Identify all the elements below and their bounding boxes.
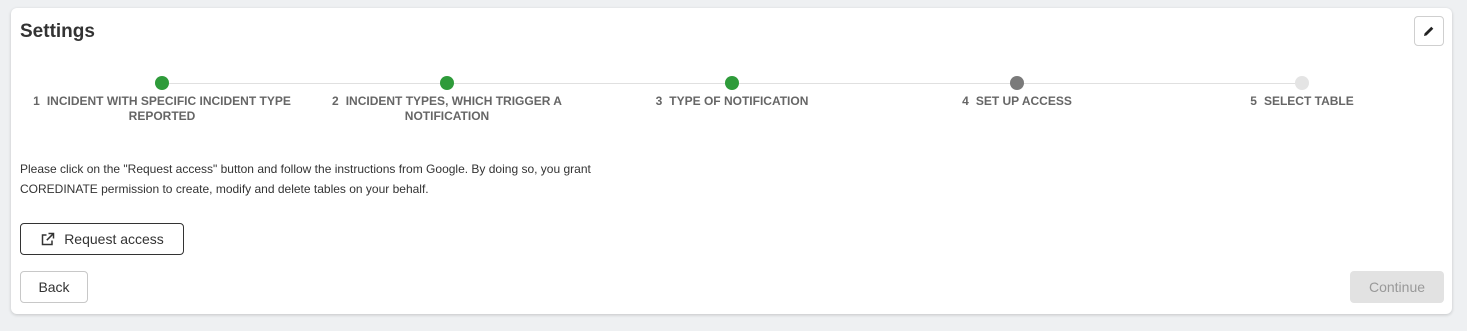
pencil-icon — [1423, 25, 1435, 37]
step-4-label: SET UP ACCESS — [975, 94, 1072, 108]
external-link-icon — [40, 232, 55, 247]
page-title: Settings — [20, 21, 95, 42]
step-5-label: SELECT TABLE — [1263, 94, 1354, 108]
step-4[interactable]: 4 SET UP ACCESS — [872, 76, 1162, 109]
step-2-indicator — [440, 76, 454, 90]
step-2-number: 2 — [332, 94, 339, 108]
back-label: Back — [38, 279, 70, 295]
instructions-line-2: COREDINATE permission to create, modify … — [20, 182, 429, 196]
step-3-label: TYPE OF NOTIFICATION — [669, 94, 809, 108]
step-2[interactable]: 2 INCIDENT TYPES, WHICH TRIGGER A NOTIFIC… — [302, 76, 592, 124]
request-access-button[interactable]: Request access — [20, 223, 184, 255]
instructions-line-1: Please click on the "Request access" but… — [20, 162, 591, 176]
step-3-number: 3 — [655, 94, 663, 108]
step-3[interactable]: 3 TYPE OF NOTIFICATION — [587, 76, 877, 109]
step-4-indicator — [1010, 76, 1024, 90]
step-5[interactable]: 5 SELECT TABLE — [1157, 76, 1447, 109]
step-2-label: INCIDENT TYPES, WHICH TRIGGER A NOTIFICA… — [345, 94, 562, 123]
step-1-number: 1 — [33, 94, 40, 108]
stepper: 1 INCIDENT WITH SPECIFIC INCIDENT TYPE RE… — [11, 74, 1452, 134]
settings-card: Settings 1 INCIDENT WITH SPECIFIC INCIDEN… — [11, 8, 1452, 314]
continue-button[interactable]: Continue — [1350, 271, 1444, 303]
step-4-number: 4 — [962, 94, 969, 108]
step-5-number: 5 — [1250, 94, 1257, 108]
instructions-text: Please click on the "Request access" but… — [20, 159, 680, 199]
request-access-label: Request access — [64, 231, 164, 247]
back-button[interactable]: Back — [20, 271, 88, 303]
step-1-indicator — [155, 76, 169, 90]
step-5-indicator — [1295, 76, 1309, 90]
step-1[interactable]: 1 INCIDENT WITH SPECIFIC INCIDENT TYPE RE… — [17, 76, 307, 124]
continue-label: Continue — [1368, 279, 1426, 295]
edit-button[interactable] — [1414, 16, 1444, 46]
step-3-indicator — [725, 76, 739, 90]
step-1-label: INCIDENT WITH SPECIFIC INCIDENT TYPE REP… — [46, 94, 291, 123]
